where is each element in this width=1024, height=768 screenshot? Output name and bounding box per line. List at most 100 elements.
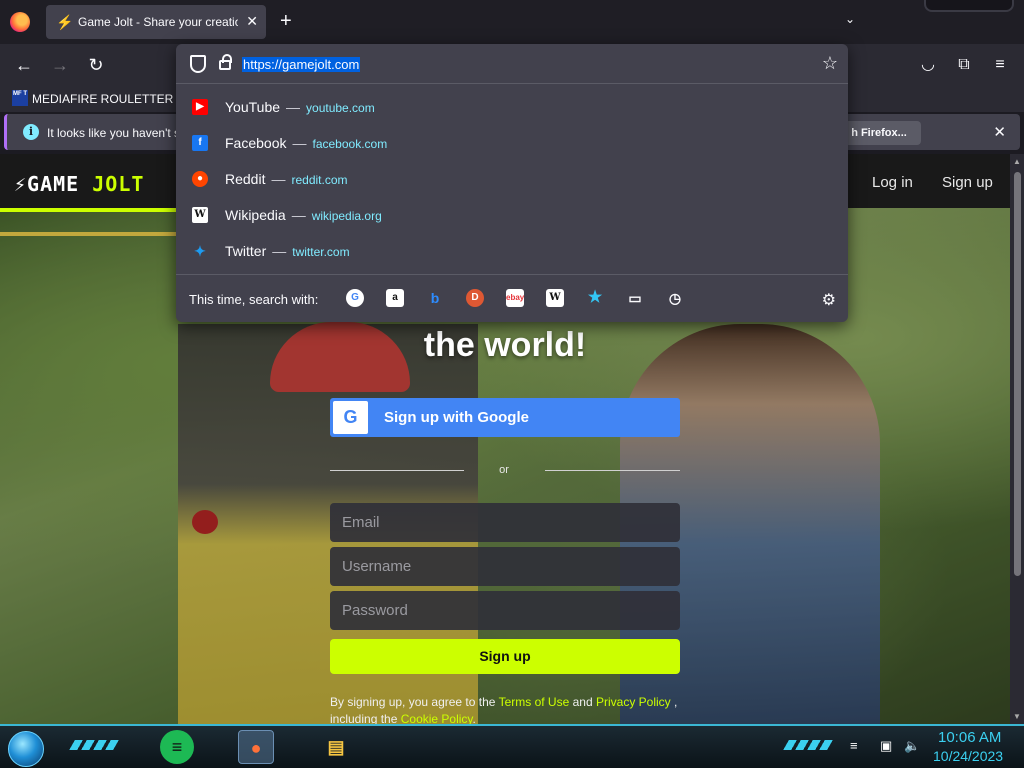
suggestion-separator: — xyxy=(272,243,287,259)
notification-text: It looks like you haven't s xyxy=(47,126,181,140)
reddit-icon: ● xyxy=(192,171,208,187)
notification-action-button[interactable]: h Firefox... xyxy=(837,121,921,145)
cookie-policy-link[interactable]: Cookie Policy xyxy=(401,712,473,724)
url-text[interactable]: https://gamejolt.com xyxy=(242,57,361,72)
file-explorer-icon[interactable]: ▤ xyxy=(318,730,354,764)
history-icon[interactable]: ◷ xyxy=(666,289,684,307)
bing-icon[interactable]: b xyxy=(426,289,444,307)
tray-overflow-icon[interactable]: ≡ xyxy=(850,738,858,753)
youtube-icon: ▶ xyxy=(192,99,208,115)
suggestion-wikipedia[interactable]: W Wikipedia — wikipedia.org xyxy=(182,198,842,232)
suggestion-url: facebook.com xyxy=(312,137,388,151)
screen: ⚡ Game Jolt - Share your creations ✕ + ⌄… xyxy=(0,0,1024,768)
terms-prefix: By signing up, you agree to the xyxy=(330,695,496,709)
ebay-icon[interactable]: ebay xyxy=(506,289,524,307)
new-tab-button[interactable]: + xyxy=(280,10,292,32)
bookmarks-icon[interactable]: ★ xyxy=(586,289,604,307)
clock-date[interactable]: 10/24/2023 xyxy=(933,748,1003,764)
suggestion-name: Twitter xyxy=(225,243,267,259)
signup-button[interactable]: Sign up xyxy=(330,639,680,674)
firefox-taskbar-icon[interactable]: ● xyxy=(238,730,274,764)
shield-icon[interactable] xyxy=(190,55,206,73)
back-arrow-icon[interactable]: ← xyxy=(12,53,36,77)
amazon-icon[interactable]: a xyxy=(386,289,404,307)
url-dropdown: https://gamejolt.com ☆ ▶ YouTube — youtube… xyxy=(176,44,848,322)
mediafire-bookmark-icon: MF T xyxy=(12,90,28,106)
bookmark-mediafire[interactable]: MEDIAFIRE ROULETTER xyxy=(32,92,173,106)
suggestion-name: YouTube xyxy=(225,99,281,115)
suggestion-url: youtube.com xyxy=(306,101,375,115)
accent-bar-secondary xyxy=(0,232,180,236)
gamejolt-logo[interactable]: ⚡GAME JOLT xyxy=(14,172,144,196)
hero-title: the world! xyxy=(423,326,587,364)
tabs-icon[interactable]: ▭ xyxy=(626,289,644,307)
privacy-policy-link[interactable]: Privacy Policy xyxy=(596,695,671,709)
username-field[interactable] xyxy=(330,547,680,586)
extensions-icon[interactable]: ⧉ xyxy=(952,53,976,77)
clock-time[interactable]: 10:06 AM xyxy=(938,729,1001,746)
twitter-icon: ✦ xyxy=(194,243,206,259)
spotify-icon[interactable]: ≡ xyxy=(160,730,194,764)
terms-comma: , xyxy=(674,695,678,709)
suggestion-reddit[interactable]: ● Reddit — reddit.com xyxy=(182,162,842,196)
scroll-up-icon[interactable]: ▲ xyxy=(1013,157,1021,166)
or-separator: or xyxy=(499,464,509,476)
tab-close-icon[interactable]: ✕ xyxy=(246,13,258,30)
login-link[interactable]: Log in xyxy=(872,174,913,191)
suggestion-separator: — xyxy=(286,99,301,115)
logo-game: GAME xyxy=(27,172,80,196)
pocket-icon[interactable]: ◡ xyxy=(916,53,940,77)
taskbar-decoration xyxy=(783,740,833,750)
tab-strip: ⚡ Game Jolt - Share your creations ✕ + ⌄ xyxy=(0,0,1024,44)
gamejolt-favicon-icon: ⚡ xyxy=(56,14,74,30)
terms-end: . xyxy=(472,712,476,724)
forward-arrow-icon[interactable]: → xyxy=(48,53,72,77)
url-field[interactable]: https://gamejolt.com ☆ xyxy=(176,44,848,84)
suggestion-name: Wikipedia xyxy=(225,207,286,223)
window-decoration xyxy=(924,0,1014,12)
firefox-logo-icon[interactable] xyxy=(10,12,30,32)
google-signup-label: Sign up with Google xyxy=(384,409,529,426)
suggestion-name: Facebook xyxy=(225,135,287,151)
suggestion-url: reddit.com xyxy=(291,173,348,187)
wikipedia-icon[interactable]: W xyxy=(546,289,564,307)
logo-jolt: JOLT xyxy=(92,172,145,196)
gear-icon[interactable]: ⚙ xyxy=(822,290,836,310)
taskbar-decoration xyxy=(69,740,119,750)
signup-link[interactable]: Sign up xyxy=(942,174,993,191)
duckduckgo-icon[interactable]: D xyxy=(466,289,484,307)
suggestion-separator: — xyxy=(291,207,306,223)
scroll-thumb[interactable] xyxy=(1014,172,1021,576)
terms-of-use-link[interactable]: Terms of Use xyxy=(499,695,570,709)
reload-icon[interactable]: ↻ xyxy=(84,53,108,77)
menu-icon[interactable]: ≡ xyxy=(988,53,1012,77)
google-signup-button[interactable]: G Sign up with Google xyxy=(330,398,680,437)
terms-and: and xyxy=(572,695,593,709)
suggestion-separator: — xyxy=(292,135,307,151)
email-field[interactable] xyxy=(330,503,680,542)
terms-text: By signing up, you agree to the Terms of… xyxy=(330,694,710,724)
wikipedia-icon: W xyxy=(192,207,208,223)
suggestion-twitter[interactable]: ✦ Twitter — twitter.com xyxy=(182,234,842,268)
page-scrollbar[interactable]: ▲ ▼ xyxy=(1010,154,1024,724)
list-all-tabs-icon[interactable]: ⌄ xyxy=(845,12,855,26)
scroll-down-icon[interactable]: ▼ xyxy=(1013,712,1021,721)
google-icon: G xyxy=(333,401,368,434)
info-icon: i xyxy=(23,124,39,140)
tab-gamejolt[interactable]: ⚡ Game Jolt - Share your creations ✕ xyxy=(46,5,266,39)
password-field[interactable] xyxy=(330,591,680,630)
lock-icon[interactable] xyxy=(219,54,232,70)
start-button[interactable] xyxy=(8,731,44,767)
terms-including: including the xyxy=(330,712,398,724)
google-icon[interactable]: G xyxy=(346,289,364,307)
network-icon[interactable]: ▣ xyxy=(880,738,892,754)
suggestion-url: wikipedia.org xyxy=(311,209,382,223)
tab-title: Game Jolt - Share your creations xyxy=(78,15,238,29)
suggestion-youtube[interactable]: ▶ YouTube — youtube.com xyxy=(182,90,842,124)
bookmark-star-icon[interactable]: ☆ xyxy=(822,53,838,74)
facebook-icon: f xyxy=(192,135,208,151)
taskbar: ≡ ● ▤ ≡ ▣ 🔈 10:06 AM 10/24/2023 xyxy=(0,724,1024,768)
notification-close-icon[interactable]: ✕ xyxy=(993,123,1006,141)
suggestion-facebook[interactable]: f Facebook — facebook.com xyxy=(182,126,842,160)
volume-icon[interactable]: 🔈 xyxy=(904,738,920,754)
